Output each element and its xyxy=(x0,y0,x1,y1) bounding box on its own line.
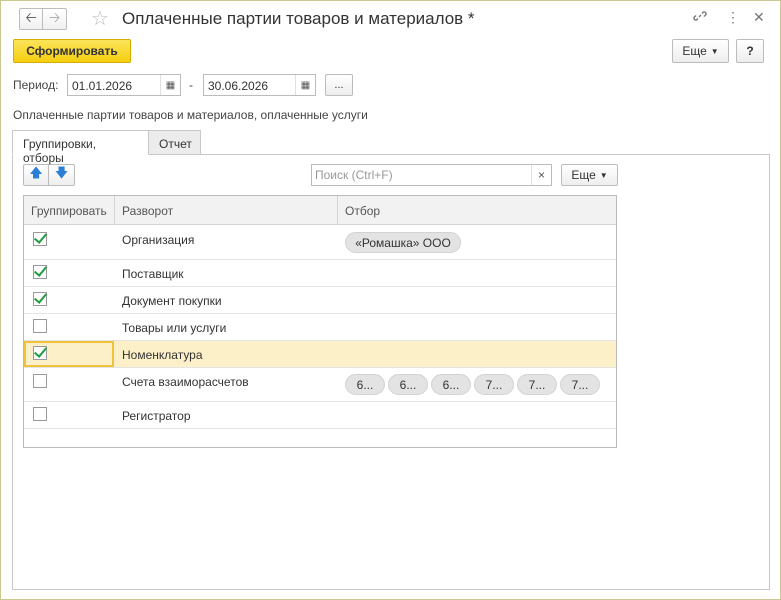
link-icon[interactable] xyxy=(693,9,707,26)
more-button[interactable]: Еще ▼ xyxy=(672,39,729,63)
panel-more-label: Еще xyxy=(571,168,596,182)
tab-groupings[interactable]: Группировки, отборы xyxy=(12,130,149,165)
forward-button[interactable]: 🡢 xyxy=(43,8,67,30)
groupings-table: Группировать Разворот Отбор Организация … xyxy=(23,195,617,448)
arrow-down-icon: 🡇 xyxy=(54,165,69,180)
filter-chip[interactable]: 6... xyxy=(431,374,471,395)
row-name: Поставщик xyxy=(122,267,184,281)
back-button[interactable]: 🡠 xyxy=(19,8,43,30)
period-to-value: 30.06.2026 xyxy=(208,79,269,93)
search-field[interactable]: × xyxy=(311,164,552,186)
more-label: Еще xyxy=(682,44,707,58)
star-icon[interactable]: ☆ xyxy=(91,6,109,31)
period-to-field[interactable]: 30.06.2026 ▦ xyxy=(203,74,316,96)
chevron-down-icon: ▼ xyxy=(710,46,719,56)
search-input[interactable] xyxy=(312,165,532,185)
table-row[interactable]: Счета взаиморасчетов 6... 6... 6... 7...… xyxy=(24,368,616,402)
report-window: 🡠 🡢 ☆ Оплаченные партии товаров и матери… xyxy=(0,0,781,600)
period-select-button[interactable]: ... xyxy=(325,74,353,96)
row-name: Номенклатура xyxy=(122,348,203,362)
row-name: Регистратор xyxy=(122,409,191,423)
period-from-value: 01.01.2026 xyxy=(72,79,133,93)
table-row[interactable]: Поставщик xyxy=(24,260,616,287)
group-checkbox[interactable] xyxy=(33,232,47,246)
arrow-left-icon: 🡠 xyxy=(25,9,37,25)
column-divider[interactable] xyxy=(337,196,338,225)
row-name: Организация xyxy=(122,233,195,247)
column-header-group: Группировать xyxy=(31,204,107,218)
filter-chip[interactable]: 6... xyxy=(388,374,428,395)
period-from-field[interactable]: 01.01.2026 ▦ xyxy=(67,74,181,96)
group-checkbox[interactable] xyxy=(33,407,47,421)
column-divider[interactable] xyxy=(114,196,115,225)
calendar-icon[interactable]: ▦ xyxy=(160,75,180,95)
table-row-selected[interactable]: Номенклатура xyxy=(24,341,616,368)
help-button[interactable]: ? xyxy=(736,39,764,63)
column-header-expand: Разворот xyxy=(122,204,174,218)
close-icon[interactable]: ✕ xyxy=(753,9,765,26)
more-vertical-icon[interactable]: ⋮ xyxy=(726,9,740,26)
row-name: Документ покупки xyxy=(122,294,222,308)
row-name: Счета взаиморасчетов xyxy=(122,375,249,389)
table-row[interactable]: Регистратор xyxy=(24,402,616,429)
table-header: Группировать Разворот Отбор xyxy=(24,196,616,225)
table-row[interactable]: Организация «Ромашка» ООО xyxy=(24,226,616,260)
generate-button[interactable]: Сформировать xyxy=(13,39,131,63)
tab-report[interactable]: Отчет xyxy=(148,130,201,155)
window-title: Оплаченные партии товаров и материалов * xyxy=(122,9,475,28)
group-checkbox[interactable] xyxy=(33,265,47,279)
period-dash: - xyxy=(189,78,193,92)
report-subtitle: Оплаченные партии товаров и материалов, … xyxy=(13,108,368,122)
clear-icon[interactable]: × xyxy=(531,165,551,185)
chevron-down-icon: ▼ xyxy=(599,170,608,180)
group-checkbox[interactable] xyxy=(33,346,47,360)
column-header-filter: Отбор xyxy=(345,204,381,218)
calendar-icon[interactable]: ▦ xyxy=(295,75,315,95)
filter-chip[interactable]: 7... xyxy=(560,374,600,395)
filter-chip[interactable]: 6... xyxy=(345,374,385,395)
group-checkbox[interactable] xyxy=(33,319,47,333)
move-down-button[interactable]: 🡇 xyxy=(49,164,75,186)
panel-more-button[interactable]: Еще ▼ xyxy=(561,164,618,186)
arrow-up-icon: 🡅 xyxy=(29,165,43,180)
group-checkbox[interactable] xyxy=(33,292,47,306)
filter-chip[interactable]: 7... xyxy=(474,374,514,395)
table-row[interactable]: Документ покупки xyxy=(24,287,616,314)
arrow-right-icon: 🡢 xyxy=(48,9,61,25)
move-up-button[interactable]: 🡅 xyxy=(23,164,49,186)
filter-chip[interactable]: 7... xyxy=(517,374,557,395)
filter-chip[interactable]: «Ромашка» ООО xyxy=(345,232,461,253)
period-label: Период: xyxy=(13,78,59,92)
row-name: Товары или услуги xyxy=(122,321,227,335)
table-row[interactable]: Товары или услуги xyxy=(24,314,616,341)
group-checkbox[interactable] xyxy=(33,374,47,388)
